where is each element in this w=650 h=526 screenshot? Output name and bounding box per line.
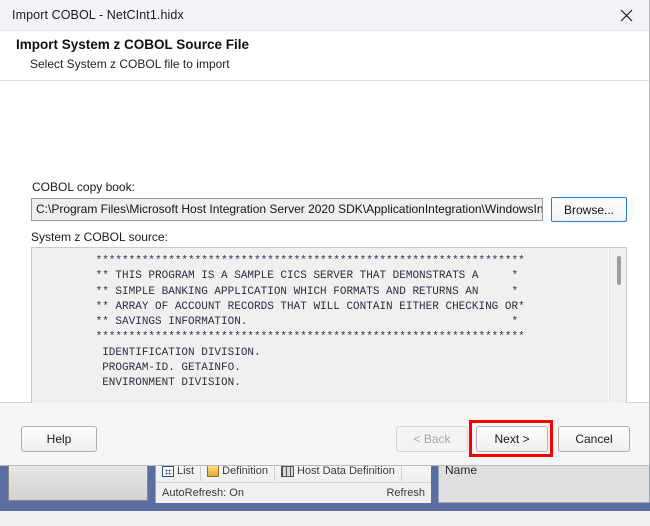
list-grid-icon (162, 465, 174, 477)
copybook-label: COBOL copy book: (32, 180, 135, 194)
background-left-panel[interactable] (8, 463, 148, 501)
autorefresh-status: AutoRefresh: On (162, 487, 244, 499)
dialog-title: Import COBOL - NetCInt1.hidx (12, 8, 184, 22)
refresh-button[interactable]: Refresh (386, 487, 425, 499)
tab-list-label: List (177, 465, 195, 477)
close-icon[interactable] (603, 0, 649, 31)
page-title: Import System z COBOL Source File (16, 37, 250, 52)
import-cobol-dialog: Import COBOL - NetCInt1.hidx Import Syst… (0, 0, 650, 466)
page-subtitle: Select System z COBOL file to import (30, 57, 230, 71)
browse-button[interactable]: Browse... (551, 197, 627, 222)
dialog-body: COBOL copy book: C:\Program Files\Micros… (0, 81, 649, 465)
dialog-footer (0, 403, 649, 465)
help-button[interactable]: Help (21, 426, 97, 452)
next-button[interactable]: Next > (476, 426, 548, 452)
vertical-scrollbar-thumb[interactable] (617, 256, 621, 285)
tab-host-data-definition-label: Host Data Definition (296, 465, 395, 477)
cancel-button[interactable]: Cancel (558, 426, 630, 452)
dialog-header: Import System z COBOL Source File Select… (0, 31, 649, 81)
back-button[interactable]: < Back (396, 426, 468, 452)
dialog-titlebar: Import COBOL - NetCInt1.hidx (0, 0, 649, 31)
source-label: System z COBOL source: (31, 230, 168, 244)
copybook-path-input[interactable]: C:\Program Files\Microsoft Host Integrat… (31, 198, 543, 221)
definition-icon (207, 465, 220, 477)
tab-definition-label: Definition (222, 465, 268, 477)
background-statusbar: AutoRefresh: On Refresh (156, 482, 431, 503)
host-data-definition-icon (280, 465, 294, 477)
